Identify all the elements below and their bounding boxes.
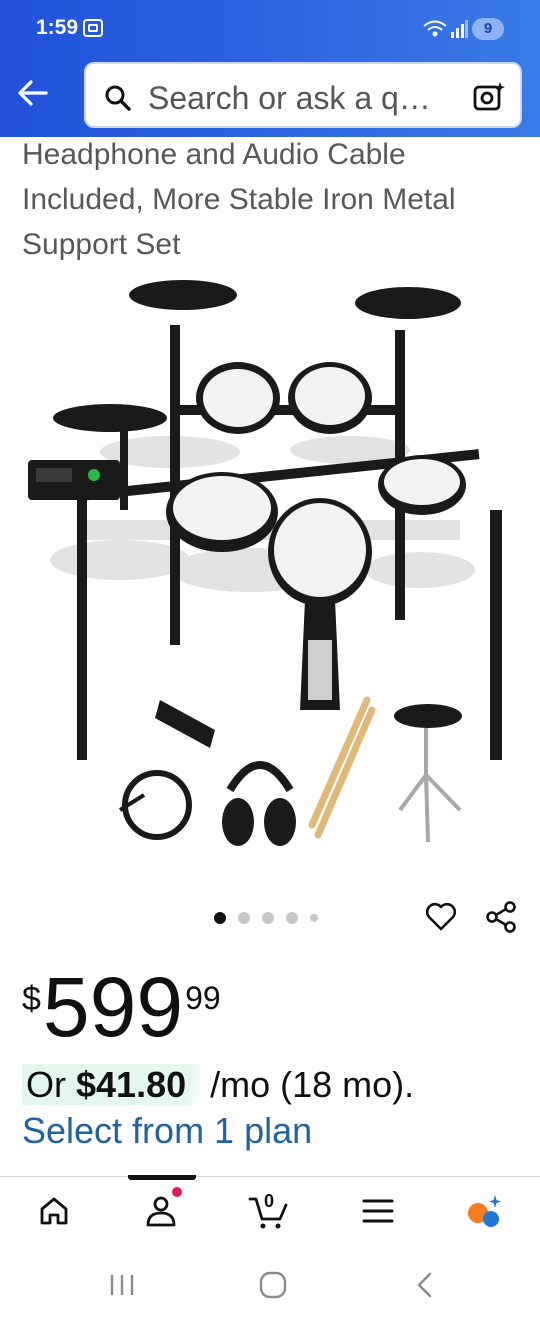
back-arrow-icon[interactable] <box>16 76 50 110</box>
product-price: $ 599 99 <box>22 960 221 1054</box>
wifi-icon <box>423 20 447 37</box>
monthly-amount: $41.80 <box>76 1064 187 1105</box>
signal-icon <box>451 20 468 38</box>
system-nav-bar <box>0 1248 540 1320</box>
camera-search-icon[interactable] <box>472 80 506 114</box>
search-icon <box>105 85 131 111</box>
battery-indicator: 9 <box>472 18 504 40</box>
bottom-nav: 0 <box>0 1175 540 1248</box>
menu-icon[interactable] <box>358 1191 398 1231</box>
share-icon[interactable] <box>484 900 518 934</box>
product-image[interactable] <box>20 270 520 860</box>
carousel-dot[interactable] <box>214 912 226 924</box>
price-whole: 599 <box>42 960 184 1054</box>
notification-dot <box>172 1187 182 1197</box>
carousel-dot[interactable] <box>310 914 318 922</box>
status-time: 1:59 <box>36 16 79 39</box>
price-fraction: 99 <box>185 980 221 1016</box>
monthly-prefix: Or <box>26 1064 76 1105</box>
search-input[interactable]: Search or ask a q… <box>148 80 458 117</box>
carousel-dot[interactable] <box>238 912 250 924</box>
monthly-suffix: /mo (18 mo). <box>200 1064 415 1105</box>
system-back-icon[interactable] <box>412 1270 438 1300</box>
carousel-dot[interactable] <box>262 912 274 924</box>
monthly-payment: Or $41.80 /mo (18 mo). <box>22 1064 414 1106</box>
recent-apps-icon[interactable] <box>108 1272 136 1298</box>
image-carousel-dots[interactable] <box>214 910 318 926</box>
cart-count: 0 <box>264 1191 275 1211</box>
account-icon[interactable] <box>142 1191 182 1231</box>
screen-record-icon <box>83 19 103 37</box>
app-header: 1:59 9 Search or ask a q… <box>0 0 540 137</box>
rufus-icon[interactable] <box>464 1191 504 1231</box>
select-plan-link[interactable]: Select from 1 plan <box>22 1110 312 1152</box>
heart-icon[interactable] <box>424 900 458 934</box>
home-icon[interactable] <box>34 1191 74 1231</box>
search-bar[interactable]: Search or ask a q… <box>84 62 522 128</box>
price-symbol: $ <box>22 980 41 1018</box>
product-title: Headphone and Audio Cable Included, More… <box>22 138 456 261</box>
system-home-icon[interactable] <box>258 1270 288 1300</box>
monthly-highlight: Or $41.80 <box>22 1064 201 1105</box>
status-bar: 1:59 9 <box>0 0 540 58</box>
carousel-dot[interactable] <box>286 912 298 924</box>
nav-active-indicator <box>128 1175 196 1180</box>
